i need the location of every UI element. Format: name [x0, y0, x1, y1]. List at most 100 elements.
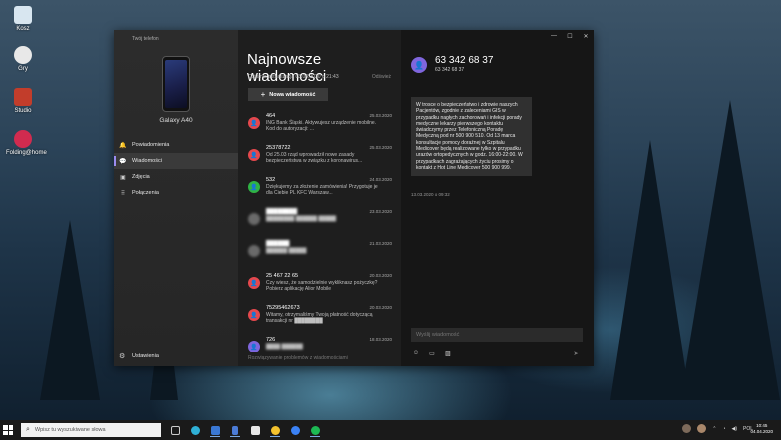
thread-name: 25378722: [266, 145, 291, 151]
message-timestamp: 13.03.2020 o 09:32: [411, 192, 450, 197]
thread-date: 20.03.2020: [369, 305, 392, 310]
contact-avatar-icon: [248, 245, 260, 257]
maximize-icon[interactable]: ☐: [562, 30, 578, 42]
folding-at-home-icon: [14, 130, 32, 148]
sidebar-item-label: Zdjęcia: [132, 174, 150, 180]
send-icon[interactable]: ➤: [571, 349, 581, 357]
avatar[interactable]: [682, 424, 692, 433]
taskbar-search[interactable]: ⌕ Wpisz tu wyszukiwane słowa: [21, 423, 161, 437]
windows-start-icon[interactable]: [3, 425, 13, 435]
thread-date: 20.03.2020: [369, 273, 392, 278]
thread-name: ██████: [266, 241, 290, 247]
thread-date: 21.03.2020: [369, 241, 392, 246]
thread-name: ████████: [266, 209, 298, 215]
contact-avatar-icon: 👤: [248, 117, 260, 129]
chrome-icon[interactable]: [266, 423, 284, 437]
message-list-pane: Najnowsze wiadomości Ostatnia aktualizac…: [238, 30, 401, 366]
phone-image: [162, 56, 190, 112]
your-phone-window: Twój telefon Galaxy A40 🔔 Powiadomienia …: [114, 30, 594, 366]
new-message-label: Nowa wiadomość: [269, 91, 316, 98]
desktop-icon-label: Kosz: [16, 26, 30, 32]
troubleshoot-link[interactable]: Rozwiązywanie problemów z wiadomościami: [248, 355, 348, 361]
thread-item[interactable]: 👤 532 24.03.2020 Dziękujemy za złożenie …: [238, 174, 401, 206]
recycle-bin-icon: [14, 6, 32, 24]
avatar[interactable]: [697, 424, 707, 433]
thread-item[interactable]: 👤 75295462673 20.03.2020 Witamy, otrzyma…: [238, 302, 401, 334]
sidebar-nav: 🔔 Powiadomienia 💬 Wiadomości ▣ Zdjęcia ⠿…: [114, 137, 238, 201]
desktop-icon-label: Gry: [18, 66, 28, 72]
network-icon[interactable]: ◔: [722, 426, 725, 432]
volume-icon[interactable]: ◀): [731, 426, 737, 432]
thread-preview: Od 25.03 rząd wprowadził nowe zasady bez…: [266, 152, 363, 164]
thread-date: 18.03.2020: [369, 337, 392, 342]
minimize-icon[interactable]: —: [546, 30, 562, 42]
image-icon[interactable]: ▨: [443, 349, 453, 357]
search-icon: ⌕: [26, 426, 30, 433]
clock[interactable]: 10:45 04.04.2020: [750, 423, 773, 435]
conversation-contact-name: 63 342 68 37: [435, 55, 494, 66]
thread-name: 75295462673: [266, 305, 300, 311]
edge-icon[interactable]: [186, 423, 204, 437]
contact-avatar-icon: 👤: [248, 277, 260, 289]
thread-preview: Dziękujemy za złożenie zamówienia! Przyg…: [266, 184, 378, 196]
desktop-icon-label: Folding@home: [6, 150, 47, 156]
tree-silhouette: [610, 140, 690, 400]
games-icon: [14, 46, 32, 64]
thread-date: 25.03.2020: [369, 113, 392, 118]
sidebar-item-calls[interactable]: ⠿ Połączenia: [114, 185, 238, 201]
thread-item[interactable]: ████████ 23.03.2020 ████████ ██████ ████…: [238, 206, 401, 238]
search-placeholder: Wpisz tu wyszukiwane słowa: [34, 427, 106, 433]
desktop-icon-folding-at-home[interactable]: Folding@home: [6, 130, 47, 157]
sidebar-item-photos[interactable]: ▣ Zdjęcia: [114, 169, 238, 185]
last-updated-text: Ostatnia aktualizacja 03.04.2020 o 21:43: [248, 74, 339, 80]
desktop-icon-recycle-bin[interactable]: Kosz: [6, 6, 40, 33]
thread-preview: Czy wiesz, że samodzielnie wykliknasz po…: [266, 280, 378, 292]
reply-toolbar: ☺ ▭ ▨ ➤: [411, 349, 583, 359]
contact-avatar-icon: 👤: [411, 57, 427, 73]
spotify-icon[interactable]: [306, 423, 324, 437]
close-icon[interactable]: ✕: [578, 30, 594, 42]
mail-icon[interactable]: [206, 423, 224, 437]
device-name: Galaxy A40: [159, 117, 193, 124]
desktop-icon-label: Studio: [14, 108, 32, 114]
sidebar: Twój telefon Galaxy A40 🔔 Powiadomienia …: [114, 30, 238, 366]
task-view-icon[interactable]: [166, 423, 184, 437]
photo-icon: ▣: [120, 174, 126, 181]
sidebar-item-label: Powiadomienia: [132, 142, 170, 148]
thread-item[interactable]: 👤 25 467 22 65 20.03.2020 Czy wiesz, że …: [238, 270, 401, 302]
contact-avatar-icon: 👤: [248, 181, 260, 193]
sidebar-item-notifications[interactable]: 🔔 Powiadomienia: [114, 137, 238, 153]
plus-icon: +: [260, 90, 266, 99]
thread-item[interactable]: ██████ 21.03.2020 ██████ █████: [238, 238, 401, 270]
thread-item[interactable]: 👤 726 18.03.2020 ████ ██████: [238, 334, 401, 352]
store-icon[interactable]: [246, 423, 264, 437]
emoji-icon[interactable]: ☺: [411, 349, 421, 357]
new-message-button[interactable]: + Nowa wiadomość: [248, 88, 328, 101]
thread-item[interactable]: 👤 25378722 25.03.2020 Od 25.03 rząd wpro…: [238, 142, 401, 174]
gif-icon[interactable]: ▭: [427, 349, 437, 357]
gear-icon: ⚙: [119, 353, 126, 360]
refresh-link[interactable]: Odśwież: [372, 74, 391, 80]
desktop-icon-games[interactable]: Gry: [6, 46, 40, 73]
thread-preview: Witamy, otrzymaliśmy Twoją płatność doty…: [266, 312, 373, 324]
chevron-up-icon[interactable]: ⌃: [712, 426, 716, 432]
thread-item[interactable]: 👤 464 25.03.2020 ING Bank Śląski. Aktywu…: [238, 110, 401, 142]
thread-preview: ING Bank Śląski. Aktywujesz urządzenie m…: [266, 120, 377, 132]
studio-icon: [14, 88, 32, 106]
settings-button[interactable]: ⚙ Ustawienia: [119, 352, 159, 360]
desktop-icon-studio[interactable]: Studio: [6, 88, 40, 115]
messenger-icon[interactable]: [286, 423, 304, 437]
sidebar-item-messages[interactable]: 💬 Wiadomości: [114, 153, 238, 169]
tree-silhouette: [40, 220, 100, 400]
thread-preview: ████████ ██████ █████: [266, 216, 337, 222]
taskbar-apps: [166, 423, 326, 437]
your-phone-icon[interactable]: [226, 423, 244, 437]
phone-dialpad-icon: ⠿: [120, 190, 126, 197]
thread-date: 25.03.2020: [369, 145, 392, 150]
contact-avatar-icon: 👤: [248, 309, 260, 321]
thread-preview: ██████ █████: [266, 248, 307, 254]
thread-preview: ████ ██████: [266, 344, 303, 350]
reply-input[interactable]: [411, 328, 583, 342]
bell-icon: 🔔: [119, 142, 127, 149]
app-title: Twój telefon: [132, 36, 159, 42]
